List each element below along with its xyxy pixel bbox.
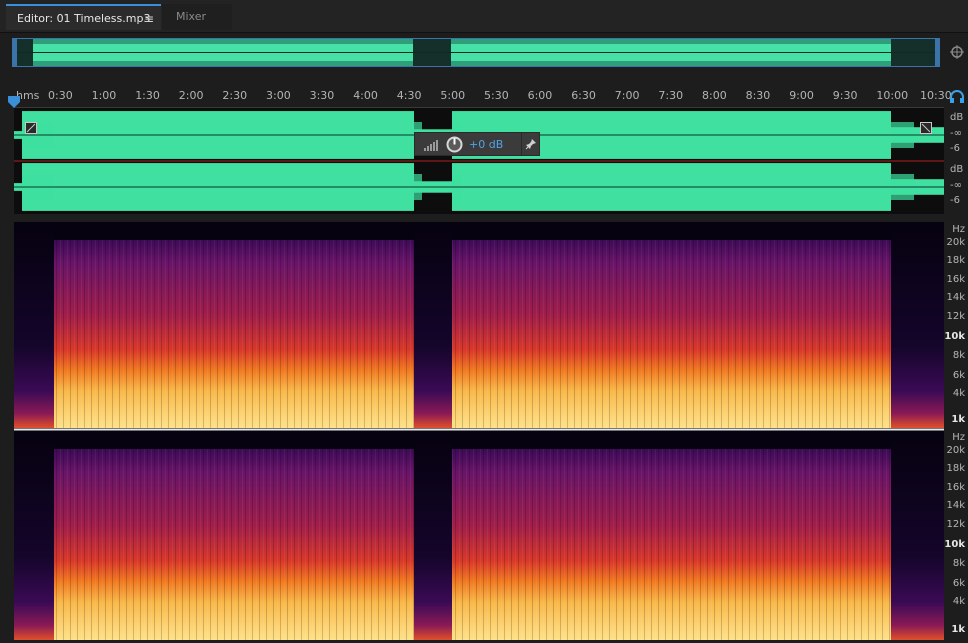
hz-label: 8k — [952, 350, 965, 361]
headphones-icon[interactable] — [948, 88, 966, 104]
spectrogram-segment — [14, 222, 54, 428]
level-meter-icon — [423, 138, 439, 152]
spectrogram-texture — [54, 240, 414, 428]
spectrogram-cutoff — [452, 222, 891, 240]
hz-label: 20k — [946, 237, 965, 248]
tab-editor-label: Editor: 01 Timeless.mp3 — [17, 12, 151, 25]
spectrogram-texture — [452, 240, 891, 428]
hz-label: 1k — [951, 414, 965, 425]
editor-tab-bar: Editor: 01 Timeless.mp3 ≡ Mixer — [0, 0, 968, 33]
hz-label: 16k — [946, 274, 965, 285]
overview-navigator[interactable] — [12, 38, 940, 67]
waveform-display[interactable] — [14, 108, 944, 214]
hz-label: 1k — [951, 624, 965, 635]
volume-hud[interactable]: +0 dB — [414, 132, 540, 156]
db-label: -∞ — [950, 180, 962, 191]
hz-label: 4k — [952, 596, 965, 607]
hz-label: 10k — [944, 331, 965, 342]
spectrogram-cutoff — [54, 222, 414, 240]
ruler-tick-marks — [14, 107, 944, 108]
spectrogram-channels — [14, 222, 944, 640]
pin-icon[interactable] — [525, 138, 537, 150]
db-label: -6 — [950, 195, 960, 206]
tab-mixer-label: Mixer — [176, 10, 207, 23]
hz-label: 20k — [946, 445, 965, 456]
hz-label: 14k — [946, 292, 965, 303]
channel2-hz-scale: Hz 20k 18k 16k 14k 12k 10k 8k 6k 4k 1k — [944, 430, 968, 640]
playhead-marker[interactable] — [8, 96, 20, 108]
tab-mixer[interactable]: Mixer — [162, 4, 232, 30]
hud-divider — [521, 133, 522, 155]
volume-value[interactable]: +0 dB — [469, 138, 503, 151]
spectrogram-segment — [414, 222, 452, 428]
hz-label: 10k — [944, 539, 965, 550]
hz-label: 16k — [946, 482, 965, 493]
db-label: dB — [950, 164, 964, 175]
spectrogram-segment — [414, 431, 452, 640]
hz-label: 18k — [946, 463, 965, 474]
hz-label: 12k — [946, 311, 965, 322]
spectrogram-segment — [891, 222, 944, 428]
volume-knob-icon[interactable] — [445, 135, 464, 154]
overview-waveform — [13, 39, 939, 66]
spectral-frequency-display[interactable] — [14, 222, 944, 640]
panel-menu-icon[interactable]: ≡ — [144, 6, 154, 32]
db-label: -∞ — [950, 128, 962, 139]
fade-in-handle-icon[interactable] — [25, 122, 37, 134]
spectrogram-segment — [14, 431, 54, 640]
hz-label: 6k — [952, 578, 965, 589]
hz-label: 18k — [946, 255, 965, 266]
spectrogram-cutoff — [54, 431, 414, 449]
hz-label: 12k — [946, 519, 965, 530]
hz-label: 4k — [952, 388, 965, 399]
hz-label: 14k — [946, 500, 965, 511]
tab-editor[interactable]: Editor: 01 Timeless.mp3 ≡ — [6, 4, 161, 30]
db-label: dB — [950, 112, 964, 123]
hz-label: Hz — [952, 432, 965, 443]
waveform-channels — [14, 111, 944, 211]
spectrogram-cutoff — [452, 431, 891, 449]
hz-label: 8k — [952, 558, 965, 569]
spectrogram-texture — [452, 449, 891, 640]
fade-out-handle-icon[interactable] — [920, 122, 932, 134]
channel2-db-scale: dB -∞ -6 — [944, 162, 968, 214]
split-resize-handle[interactable] — [500, 215, 526, 223]
channel1-db-scale: dB -∞ -6 — [944, 110, 968, 162]
hz-label: Hz — [952, 224, 965, 235]
zoom-magnifier-icon[interactable] — [948, 43, 966, 61]
hz-label: 6k — [952, 370, 965, 381]
channel1-hz-scale: Hz 20k 18k 16k 14k 12k 10k 8k 6k 4k 1k — [944, 222, 968, 430]
timeline-ruler[interactable]: hms 0:30 1:00 1:30 2:00 2:30 3:00 3:30 4:00 4:30… — [14, 86, 952, 108]
spectrogram-texture — [54, 449, 414, 640]
spectrogram-segment — [891, 431, 944, 640]
db-label: -6 — [950, 143, 960, 154]
